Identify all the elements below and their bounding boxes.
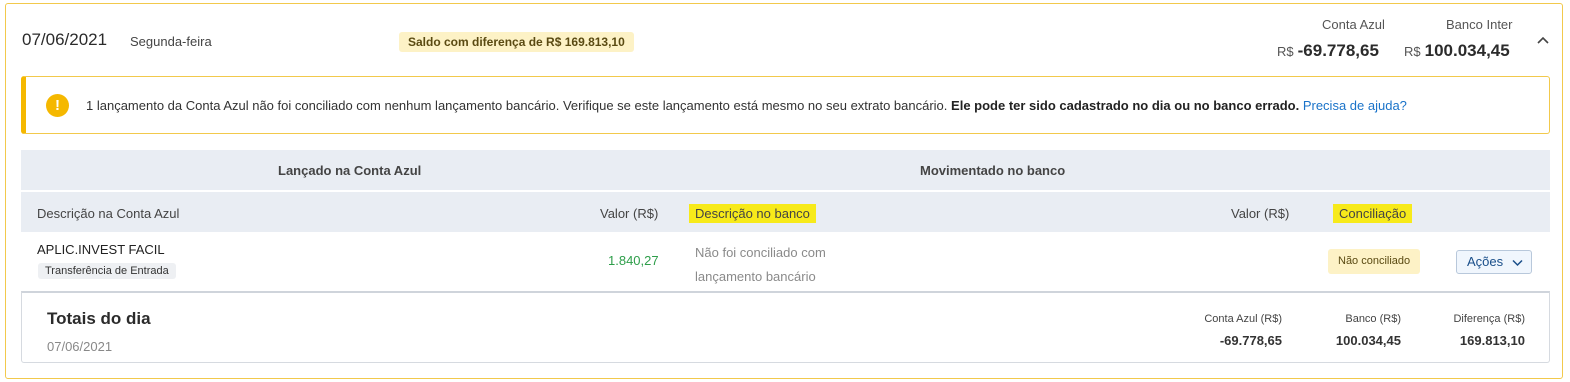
- help-link[interactable]: Precisa de ajuda?: [1303, 98, 1407, 113]
- alert-bold-text: Ele pode ter sido cadastrado no dia ou n…: [951, 98, 1300, 113]
- unreconciled-alert: ! 1 lançamento da Conta Azul não foi con…: [21, 76, 1550, 134]
- currency-symbol: R$: [1404, 44, 1421, 59]
- col-valor-banco: Valor (R$): [1231, 206, 1290, 221]
- table-row: APLIC.INVEST FACIL Transferência de Entr…: [21, 232, 1550, 290]
- row-actions-button[interactable]: Ações: [1456, 250, 1532, 274]
- col-conciliacao: Conciliação: [1333, 204, 1413, 223]
- row-value: 1.840,27: [608, 253, 659, 268]
- day-totals: Totais do dia 07/06/2021 Conta Azul (R$)…: [21, 291, 1550, 363]
- totals-banco-label: Banco (R$): [1345, 313, 1401, 325]
- totals-title: Totais do dia: [47, 309, 151, 328]
- day-date: 07/06/2021: [22, 30, 108, 49]
- group-banco: Movimentado no banco: [920, 163, 1066, 178]
- table-column-header: Descrição na Conta Azul Valor (R$) Descr…: [21, 192, 1550, 232]
- alert-message: 1 lançamento da Conta Azul não foi conci…: [86, 98, 1407, 113]
- day-weekday: Segunda-feira: [130, 34, 212, 49]
- chevron-down-icon: [1512, 259, 1523, 267]
- banco-balance-value: 100.034,45: [1424, 41, 1510, 60]
- row-bank-description: Não foi conciliado com lançamento bancár…: [695, 245, 826, 284]
- conta-azul-balance: R$ -69.778,65: [1277, 41, 1379, 61]
- table-group-header: Lançado na Conta Azul Movimentado no ban…: [21, 150, 1550, 190]
- col-descricao-banco: Descrição no banco: [689, 204, 816, 223]
- totals-conta-azul-label: Conta Azul (R$): [1204, 313, 1282, 325]
- row-status-badge: Não conciliado: [1328, 249, 1421, 274]
- conta-azul-label: Conta Azul: [1322, 17, 1385, 32]
- totals-date: 07/06/2021: [47, 339, 113, 354]
- conta-azul-balance-value: -69.778,65: [1297, 41, 1379, 60]
- group-conta-azul: Lançado na Conta Azul: [278, 163, 422, 178]
- row-category-tag: Transferência de Entrada: [38, 263, 176, 279]
- totals-conta-azul-value: -69.778,65: [1219, 333, 1282, 348]
- collapse-chevron-up-icon[interactable]: [1535, 32, 1551, 48]
- actions-label: Ações: [1467, 254, 1504, 269]
- banco-label: Banco Inter: [1446, 17, 1513, 32]
- alert-text: 1 lançamento da Conta Azul não foi conci…: [86, 98, 948, 113]
- banco-balance: R$ 100.034,45: [1404, 41, 1510, 61]
- totals-banco-value: 100.034,45: [1335, 333, 1401, 348]
- balance-difference-badge: Saldo com diferença de R$ 169.813,10: [399, 32, 634, 52]
- totals-diferenca-value: 169.813,10: [1459, 333, 1525, 348]
- row-description: APLIC.INVEST FACIL: [37, 242, 165, 257]
- col-descricao-conta-azul: Descrição na Conta Azul: [37, 206, 180, 221]
- col-valor-conta-azul: Valor (R$): [600, 206, 659, 221]
- reconciliation-day-card: 07/06/2021 Segunda-feira Saldo com difer…: [5, 3, 1563, 379]
- warning-icon: !: [46, 94, 69, 117]
- reconciliation-table: Lançado na Conta Azul Movimentado no ban…: [21, 150, 1550, 290]
- currency-symbol: R$: [1277, 44, 1294, 59]
- totals-diferenca-label: Diferença (R$): [1453, 313, 1525, 325]
